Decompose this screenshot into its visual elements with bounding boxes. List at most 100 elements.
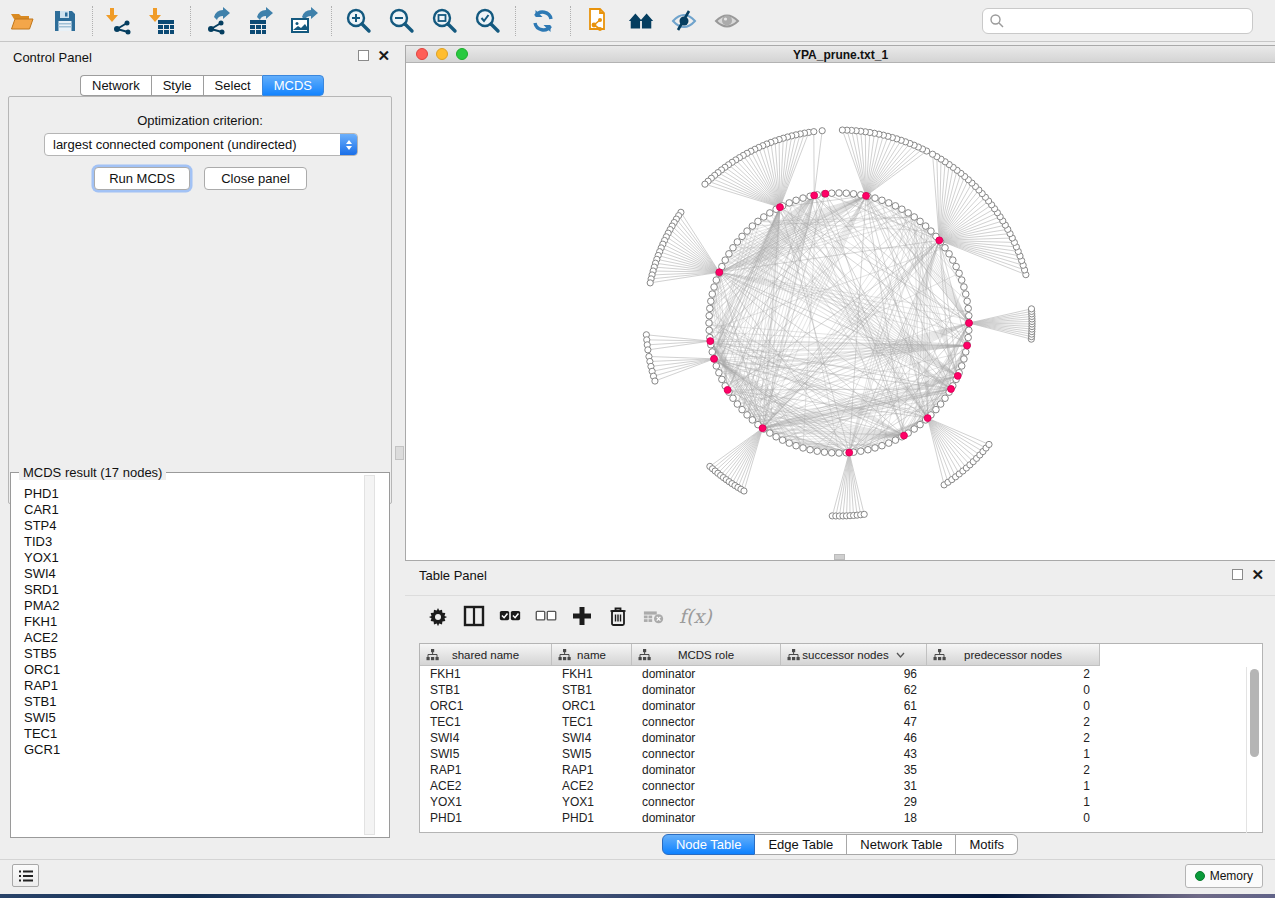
table-row[interactable]: STB1STB1dominator620 [420,682,1262,698]
show-column-panel-icon[interactable] [463,604,485,628]
mcds-result-item[interactable]: STB5 [12,646,60,662]
tab-mcds[interactable]: MCDS [262,75,324,96]
mcds-result-item[interactable]: STP4 [12,518,60,534]
cell-name: YOX1 [552,794,632,810]
mcds-result-item[interactable]: PHD1 [12,486,60,502]
cell-predecessor-nodes: 2 [927,730,1100,746]
search-input[interactable] [982,8,1253,34]
run-mcds-button[interactable]: Run MCDS [94,167,190,190]
delete-table-icon[interactable] [643,604,665,628]
cell-successor-nodes: 62 [781,682,927,698]
close-panel-button[interactable]: Close panel [204,167,307,190]
mcds-result-item[interactable]: PMA2 [12,598,60,614]
cell-predecessor-nodes: 0 [927,810,1100,826]
memory-status-icon [1195,871,1205,881]
network-graph[interactable] [406,64,1274,561]
import-table-icon[interactable] [149,7,177,35]
network-view-window: YPA_prune.txt_1 [405,45,1275,561]
column-header-predecessor-nodes[interactable]: predecessor nodes [927,644,1100,666]
create-column-icon[interactable] [571,604,593,628]
mcds-result-scrollbar[interactable] [364,475,375,835]
optimization-criterion-select[interactable]: largest connected component (undirected) [44,133,358,156]
network-window-title: YPA_prune.txt_1 [406,48,1275,62]
cell-shared-name: FKH1 [420,666,552,682]
table-header: shared namenameMCDS rolesuccessor nodesp… [420,644,1262,666]
float-table-panel-icon[interactable] [1232,569,1243,580]
mcds-result-item[interactable]: STB1 [12,694,60,710]
tab-edge-table[interactable]: Edge Table [755,834,847,855]
table-row[interactable]: YOX1YOX1connector291 [420,794,1262,810]
column-header-name[interactable]: name [552,644,632,666]
export-network-icon[interactable] [204,7,232,35]
zoom-selected-icon[interactable] [474,7,502,35]
table-row[interactable]: RAP1RAP1dominator352 [420,762,1262,778]
tab-network[interactable]: Network [80,75,151,96]
mcds-result-item[interactable]: RAP1 [12,678,60,694]
desktop-wallpaper [0,894,1275,898]
sort-descending-icon [896,652,905,658]
function-builder-icon[interactable]: f(x) [679,605,712,627]
mcds-result-item[interactable]: SRD1 [12,582,60,598]
select-all-columns-icon[interactable] [499,604,521,628]
column-header-shared-name[interactable]: shared name [420,644,552,666]
save-session-icon[interactable] [51,7,79,35]
table-settings-icon[interactable] [427,604,449,628]
memory-button[interactable]: Memory [1185,864,1263,888]
close-panel-icon[interactable]: ✕ [377,50,390,61]
mcds-result-item[interactable]: ORC1 [12,662,60,678]
mcds-result-item[interactable]: GCR1 [12,742,60,758]
cell-successor-nodes: 18 [781,810,927,826]
refresh-icon[interactable] [529,7,557,35]
float-panel-icon[interactable] [358,50,369,61]
import-network-icon[interactable] [106,7,134,35]
optimization-criterion-value: largest connected component (undirected) [45,137,340,152]
open-file-icon[interactable] [8,7,36,35]
hide-annotations-icon[interactable] [670,7,698,35]
table-row[interactable]: TEC1TEC1connector472 [420,714,1262,730]
table-panel: Table Panel ✕ f(x) shared namenameMCDS r… [405,561,1275,861]
table-row[interactable]: SWI5SWI5connector431 [420,746,1262,762]
mcds-result-item[interactable]: SWI5 [12,710,60,726]
table-row[interactable]: FKH1FKH1dominator962 [420,666,1262,682]
main-toolbar [0,0,1275,42]
table-scrollbar[interactable] [1250,669,1259,757]
control-panel: Control Panel ✕ NetworkStyleSelectMCDS O… [0,43,400,861]
column-header-MCDS-role[interactable]: MCDS role [632,644,781,666]
export-table-icon[interactable] [247,7,275,35]
tab-select[interactable]: Select [203,75,262,96]
table-row[interactable]: ORC1ORC1dominator610 [420,698,1262,714]
table-row[interactable]: SWI4SWI4dominator462 [420,730,1262,746]
mcds-result-item[interactable]: FKH1 [12,614,60,630]
mcds-result-item[interactable]: ACE2 [12,630,60,646]
cell-shared-name: ORC1 [420,698,552,714]
clone-network-icon[interactable] [584,7,612,35]
cell-shared-name: SWI5 [420,746,552,762]
panel-divider-grip[interactable] [834,554,845,560]
table-row[interactable]: ACE2ACE2connector311 [420,778,1262,794]
home-layout-icon[interactable] [627,7,655,35]
close-table-panel-icon[interactable]: ✕ [1251,569,1264,580]
show-annotations-icon[interactable] [713,7,741,35]
mcds-result-item[interactable]: TEC1 [12,726,60,742]
table-scroll-separator [1246,667,1247,833]
cell-MCDS-role: dominator [632,730,781,746]
zoom-in-icon[interactable] [345,7,373,35]
delete-column-icon[interactable] [607,604,629,628]
sidebar-divider-grip[interactable] [395,446,404,460]
table-row[interactable]: PHD1PHD1dominator180 [420,810,1262,826]
mcds-result-item[interactable]: TID3 [12,534,60,550]
tab-style[interactable]: Style [151,75,203,96]
mcds-result-item[interactable]: SWI4 [12,566,60,582]
export-image-icon[interactable] [290,7,318,35]
cell-MCDS-role: dominator [632,698,781,714]
zoom-fit-icon[interactable] [431,7,459,35]
mcds-result-item[interactable]: CAR1 [12,502,60,518]
tab-motifs[interactable]: Motifs [956,834,1018,855]
mcds-result-item[interactable]: YOX1 [12,550,60,566]
task-history-button[interactable] [12,864,39,887]
zoom-out-icon[interactable] [388,7,416,35]
tab-node-table[interactable]: Node Table [662,834,756,855]
unselect-all-columns-icon[interactable] [535,604,557,628]
tab-network-table[interactable]: Network Table [847,834,956,855]
column-header-successor-nodes[interactable]: successor nodes [781,644,927,666]
